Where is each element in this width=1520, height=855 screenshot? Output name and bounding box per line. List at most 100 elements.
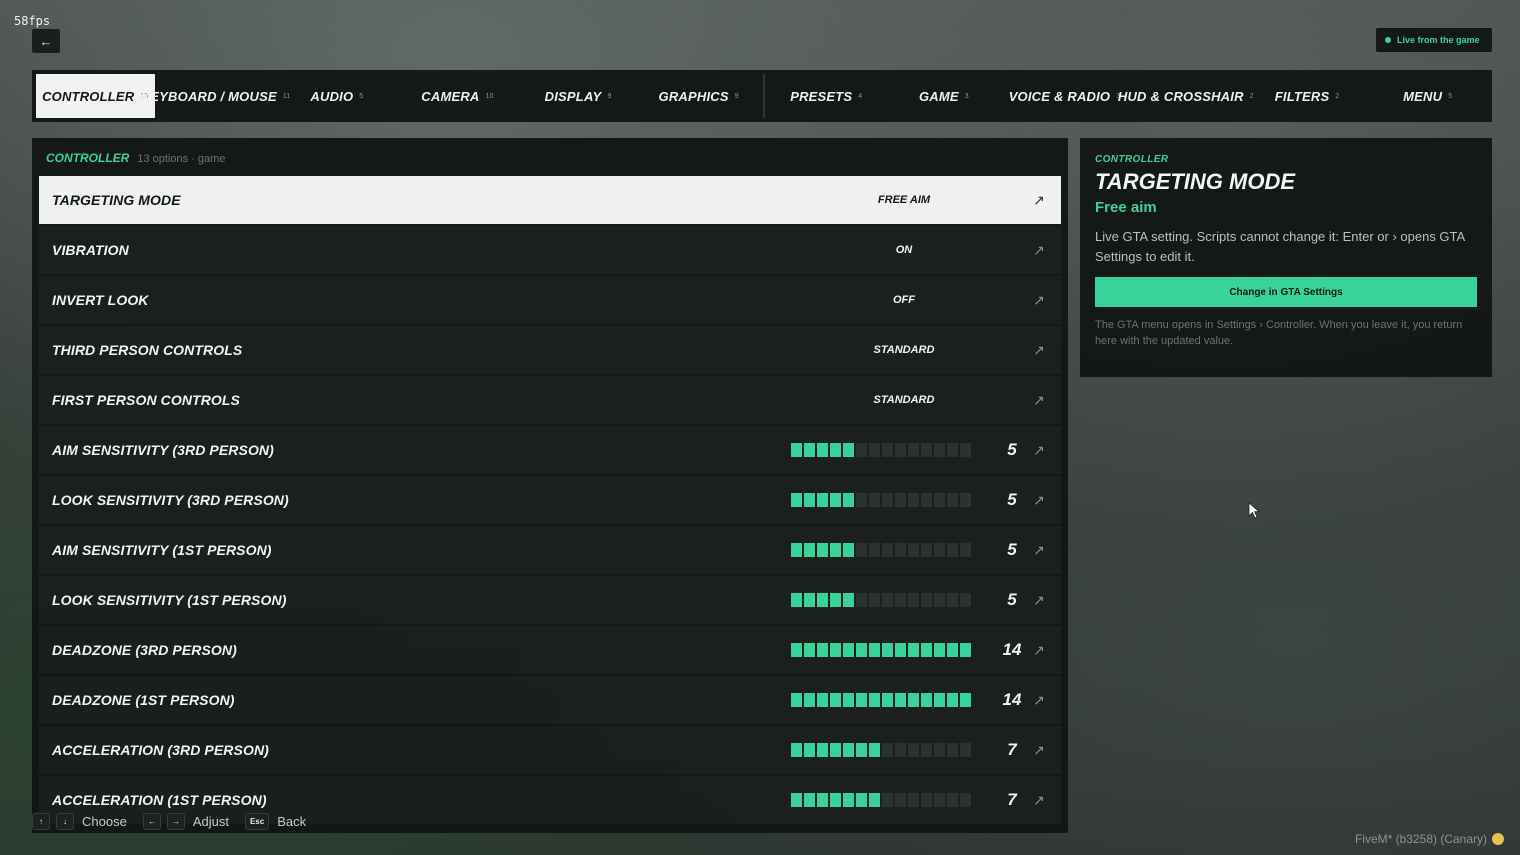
tab-game[interactable]: GAME 3 <box>884 74 1005 118</box>
tab-label: FILTERS <box>1274 88 1330 104</box>
level-slider[interactable] <box>791 743 971 757</box>
level-segment-filled <box>804 443 815 457</box>
level-segment-filled <box>947 693 958 707</box>
setting-level-number: 14 <box>1002 640 1022 659</box>
build-text: FiveM* (b3258) (Canary) <box>1354 832 1487 846</box>
level-segment-filled <box>804 743 815 757</box>
level-segment-empty <box>856 493 867 507</box>
tab-controller[interactable]: CONTROLLER 13 <box>36 74 155 118</box>
tab-audio[interactable]: AUDIO 5 <box>277 74 398 118</box>
detail-note: The GTA menu opens in Settings › Control… <box>1095 319 1463 347</box>
level-slider[interactable] <box>791 643 971 657</box>
level-segment-filled <box>791 543 802 557</box>
setting-row-look-sensitivity-3rd-person[interactable]: LOOK SENSITIVITY (3RD PERSON) 5 ↗ <box>39 476 1061 524</box>
external-edit-icon[interactable]: ↗ <box>1029 192 1049 209</box>
level-segment-filled <box>830 793 841 807</box>
setting-row-aim-sensitivity-1st-person[interactable]: AIM SENSITIVITY (1ST PERSON) 5 ↗ <box>39 526 1061 574</box>
detail-current-value: Free aim <box>1095 199 1157 216</box>
level-segment-empty <box>947 793 958 807</box>
external-edit-icon[interactable]: ↗ <box>1029 592 1049 609</box>
setting-row-first-person-controls[interactable]: FIRST PERSON CONTROLS STANDARD ↗ <box>39 376 1061 424</box>
fivem-build-label: FiveM* (b3258) (Canary) <box>1355 832 1504 846</box>
setting-detail-panel: CONTROLLER TARGETING MODE Free aim Live … <box>1080 138 1492 377</box>
level-segment-empty <box>934 793 945 807</box>
tab-filters[interactable]: FILTERS 2 <box>1247 74 1368 118</box>
external-edit-icon[interactable]: ↗ <box>1029 342 1049 359</box>
level-segment-filled <box>869 793 880 807</box>
setting-row-vibration[interactable]: VIBRATION ON ↗ <box>39 226 1061 274</box>
level-segment-filled <box>908 643 919 657</box>
level-slider[interactable] <box>791 593 971 607</box>
level-slider[interactable] <box>791 543 971 557</box>
level-segment-empty <box>947 743 958 757</box>
live-status-badge: Live from the game <box>1376 28 1492 52</box>
level-segment-filled <box>843 493 854 507</box>
back-button[interactable]: ← <box>32 29 60 53</box>
external-edit-icon[interactable]: ↗ <box>1029 542 1049 559</box>
level-segment-empty <box>856 443 867 457</box>
level-slider[interactable] <box>791 493 971 507</box>
level-slider[interactable] <box>791 793 971 807</box>
external-edit-icon[interactable]: ↗ <box>1029 292 1049 309</box>
level-segment-empty <box>869 443 880 457</box>
tab-count: 5 <box>1448 92 1453 100</box>
tab-camera[interactable]: CAMERA 10 <box>397 74 518 118</box>
tab-keyboard-mouse[interactable]: KEYBOARD / MOUSE 11 <box>141 74 291 118</box>
hint-adjust: Adjust <box>192 814 229 829</box>
level-segment-filled <box>817 643 828 657</box>
list-meta: 13 options · game <box>137 153 226 165</box>
external-edit-icon[interactable]: ↗ <box>1029 492 1049 509</box>
level-segment-filled <box>817 743 828 757</box>
level-segment-filled <box>817 793 828 807</box>
setting-row-deadzone-3rd-person[interactable]: DEADZONE (3RD PERSON) 14 ↗ <box>39 626 1061 674</box>
level-segment-empty <box>869 593 880 607</box>
level-segment-empty <box>921 593 932 607</box>
control-hints: ↑ ↓ Choose ← → Adjust Esc Back <box>32 813 316 830</box>
tab-label: CAMERA <box>421 88 480 104</box>
setting-row-deadzone-1st-person[interactable]: DEADZONE (1ST PERSON) 14 ↗ <box>39 676 1061 724</box>
setting-value: STANDARD <box>873 344 935 356</box>
hint-choose: Choose <box>82 814 127 829</box>
fps-counter: 58fps <box>14 14 51 28</box>
level-segment-filled <box>804 543 815 557</box>
setting-row-look-sensitivity-1st-person[interactable]: LOOK SENSITIVITY (1ST PERSON) 5 ↗ <box>39 576 1061 624</box>
tab-graphics[interactable]: GRAPHICS 9 <box>638 74 759 118</box>
tab-voice-radio[interactable]: VOICE & RADIO 3 <box>1004 74 1125 118</box>
level-slider[interactable] <box>791 693 971 707</box>
category-tabbar: CONTROLLER 13 KEYBOARD / MOUSE 11 AUDIO 5 CAME… <box>32 70 1492 122</box>
level-segment-empty <box>921 443 932 457</box>
setting-row-aim-sensitivity-3rd-person[interactable]: AIM SENSITIVITY (3RD PERSON) 5 ↗ <box>39 426 1061 474</box>
setting-level-number: 5 <box>1007 540 1017 559</box>
level-segment-filled <box>869 643 880 657</box>
change-in-gta-settings-button[interactable]: Change in GTA Settings <box>1095 277 1477 307</box>
tab-display[interactable]: DISPLAY 9 <box>518 74 639 118</box>
setting-row-acceleration-3rd-person[interactable]: ACCELERATION (3RD PERSON) 7 ↗ <box>39 726 1061 774</box>
external-edit-icon[interactable]: ↗ <box>1029 742 1049 759</box>
setting-label: VIBRATION <box>52 242 129 258</box>
level-segment-filled <box>830 543 841 557</box>
level-segment-filled <box>804 643 815 657</box>
level-segment-empty <box>895 793 906 807</box>
tab-menu[interactable]: MENU 5 <box>1367 74 1488 118</box>
external-edit-icon[interactable]: ↗ <box>1029 642 1049 659</box>
setting-row-invert-look[interactable]: INVERT LOOK OFF ↗ <box>39 276 1061 324</box>
external-edit-icon[interactable]: ↗ <box>1029 442 1049 459</box>
external-edit-icon[interactable]: ↗ <box>1029 392 1049 409</box>
setting-row-third-person-controls[interactable]: THIRD PERSON CONTROLS STANDARD ↗ <box>39 326 1061 374</box>
setting-row-targeting-mode[interactable]: TARGETING MODE FREE AIM ↗ <box>39 176 1061 224</box>
tab-presets[interactable]: PRESETS 4 <box>769 74 884 118</box>
level-segment-empty <box>908 443 919 457</box>
level-segment-empty <box>960 493 971 507</box>
level-segment-empty <box>947 493 958 507</box>
external-edit-icon[interactable]: ↗ <box>1029 792 1049 809</box>
live-dot-icon <box>1385 37 1391 43</box>
level-segment-filled <box>804 693 815 707</box>
level-segment-filled <box>843 593 854 607</box>
tab-label: GAME <box>918 88 959 104</box>
external-edit-icon[interactable]: ↗ <box>1029 692 1049 709</box>
setting-label: THIRD PERSON CONTROLS <box>52 342 243 358</box>
arrow-left-icon: ← <box>39 33 53 49</box>
tab-hud-crosshair[interactable]: HUD & CROSSHAIR 2 <box>1118 74 1254 118</box>
level-slider[interactable] <box>791 443 971 457</box>
external-edit-icon[interactable]: ↗ <box>1029 242 1049 259</box>
